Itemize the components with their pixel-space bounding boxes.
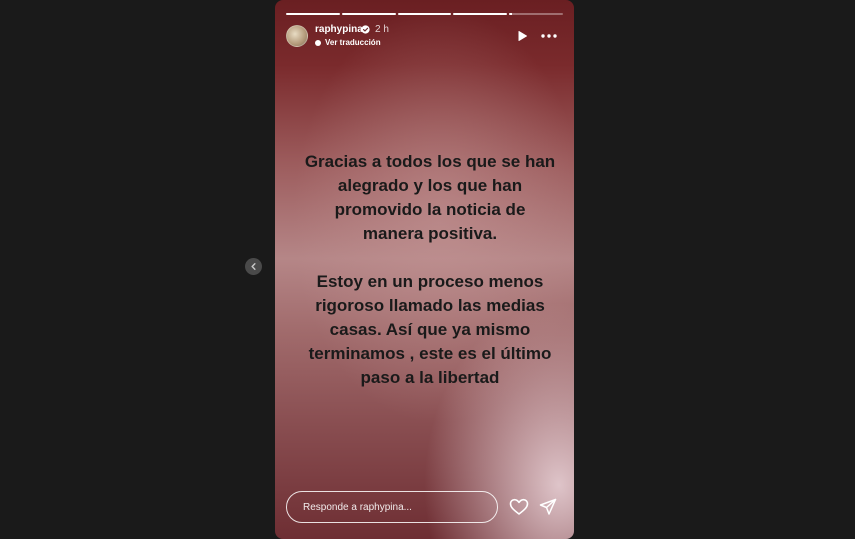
send-icon[interactable]: [539, 498, 557, 516]
heart-icon[interactable]: [509, 498, 529, 516]
progress-fill: [397, 13, 452, 15]
verified-badge-icon: [361, 25, 370, 34]
story-viewer-page: raphypina 2 h Ver traducción Gracias a t…: [0, 0, 855, 539]
progress-segment: [397, 13, 452, 15]
progress-segment: [341, 13, 396, 15]
progress-fill: [453, 13, 508, 15]
reply-field[interactable]: [286, 491, 498, 523]
story-header: raphypina 2 h Ver traducción: [286, 24, 563, 50]
story-card[interactable]: raphypina 2 h Ver traducción Gracias a t…: [275, 0, 574, 539]
story-progress-bar: [286, 13, 563, 16]
translate-row[interactable]: Ver traducción: [315, 38, 381, 47]
username[interactable]: raphypina: [315, 24, 363, 35]
progress-fill: [341, 13, 396, 15]
progress-segment: [453, 13, 508, 15]
translate-link[interactable]: Ver traducción: [325, 38, 381, 47]
chevron-left-icon: [251, 263, 256, 270]
progress-fill: [509, 13, 512, 15]
previous-story-button[interactable]: [245, 258, 262, 275]
reply-input[interactable]: [301, 500, 483, 514]
avatar[interactable]: [286, 25, 308, 47]
more-horizontal-icon[interactable]: [540, 30, 558, 42]
progress-segment: [509, 13, 563, 15]
progress-fill: [286, 13, 340, 15]
translate-dot-icon: [315, 39, 321, 46]
story-text: Gracias a todos los que se han alegrado …: [304, 152, 556, 387]
post-time: 2 h: [375, 24, 389, 35]
play-icon[interactable]: [516, 30, 528, 42]
progress-segment: [286, 13, 340, 15]
